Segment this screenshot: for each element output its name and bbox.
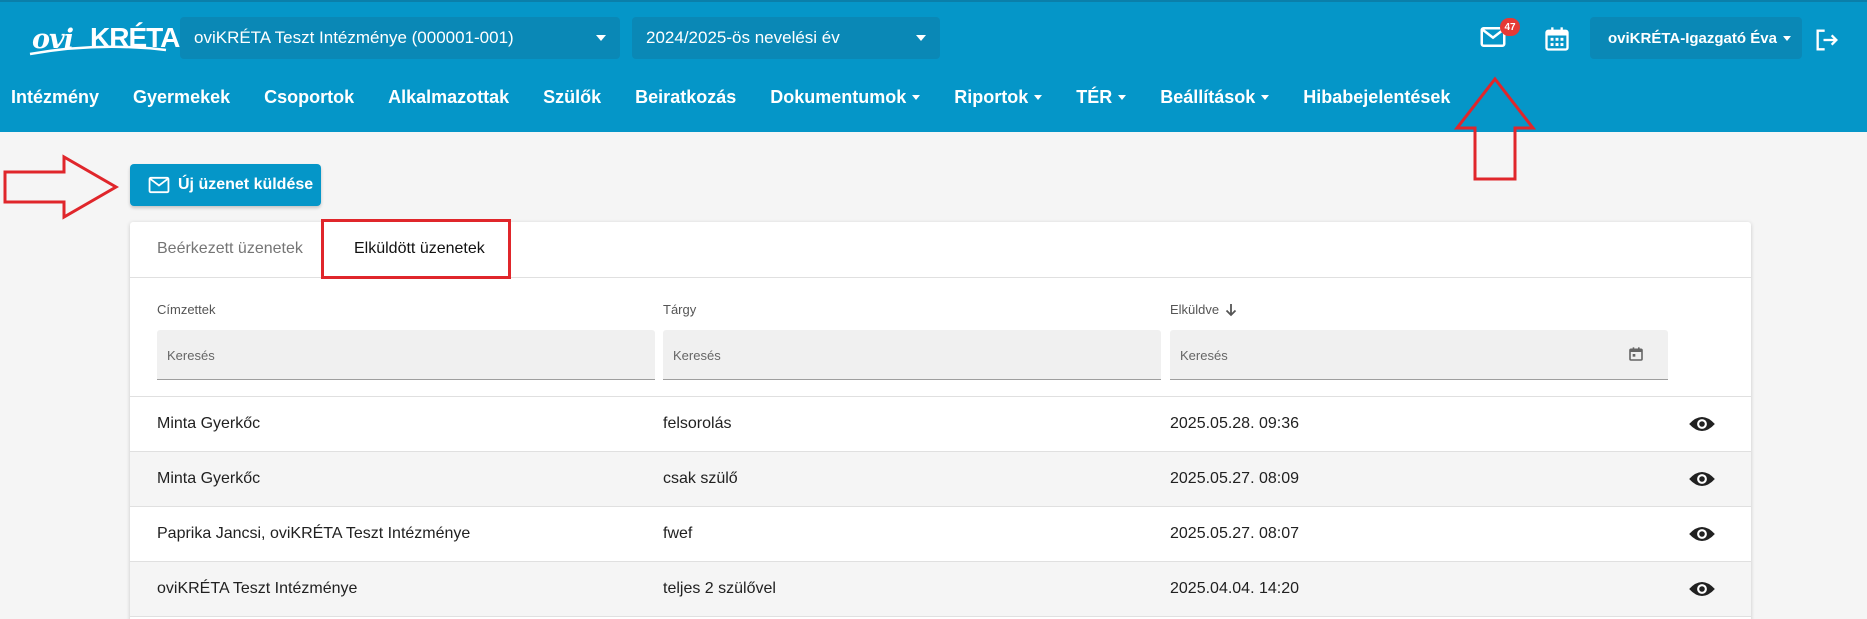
sent-date-filter-input[interactable]: Keresés xyxy=(1170,330,1668,380)
nav-label: Intézmény xyxy=(11,86,100,107)
calendar-icon[interactable] xyxy=(1628,346,1644,362)
nav-label: Beállítások xyxy=(1160,86,1256,107)
cell-recipients: Minta Gyerkőc xyxy=(157,415,261,432)
cell-sent-date: 2025.04.04. 14:20 xyxy=(1170,580,1300,597)
cell-subject: fwef xyxy=(663,525,693,542)
chevron-down-icon xyxy=(596,35,606,41)
right-arrow-annotation xyxy=(3,154,120,220)
ovikreta-logo[interactable]: ovi KRÉTA xyxy=(28,14,180,56)
column-header-recipients[interactable]: Címzettek xyxy=(157,302,216,317)
cell-sent-date: 2025.05.28. 09:36 xyxy=(1170,415,1300,432)
nav-label: Beiratkozás xyxy=(635,86,737,107)
nav-item-riportok[interactable]: Riportok xyxy=(954,86,1043,108)
nav-item-beiratkozas[interactable]: Beiratkozás xyxy=(635,87,736,108)
institution-select[interactable]: oviKRÉTA Teszt Intézménye (000001-001) xyxy=(180,17,620,59)
cell-sent-date: 2025.05.27. 08:09 xyxy=(1170,470,1300,487)
new-message-button[interactable]: Új üzenet küldése xyxy=(130,164,321,206)
nav-item-csoportok[interactable]: Csoportok xyxy=(264,87,354,108)
nav-item-intezmeny[interactable]: Intézmény xyxy=(11,87,99,108)
eye-icon[interactable] xyxy=(1688,468,1716,490)
cell-recipients: oviKRÉTA Teszt Intézménye xyxy=(157,580,358,597)
chevron-down-icon xyxy=(916,35,926,41)
table-row[interactable]: Paprika Jancsi, oviKRÉTA Teszt Intézmény… xyxy=(130,507,1751,562)
column-header-label: Elküldve xyxy=(1170,302,1220,317)
nav-item-ter[interactable]: TÉR xyxy=(1076,86,1127,108)
nav-item-gyermekek[interactable]: Gyermekek xyxy=(133,87,230,108)
mail-icon xyxy=(148,176,170,194)
cell-subject: teljes 2 szülővel xyxy=(663,580,776,597)
nav-item-dokumentumok[interactable]: Dokumentumok xyxy=(770,86,921,108)
column-header-label: Címzettek xyxy=(157,302,216,317)
chevron-down-icon xyxy=(1118,94,1127,100)
nav-label: Alkalmazottak xyxy=(388,86,510,107)
eye-icon[interactable] xyxy=(1688,578,1716,600)
school-year-select[interactable]: 2024/2025-ös nevelési év xyxy=(632,17,940,59)
chevron-down-icon xyxy=(1261,94,1270,100)
sent-tab-highlight-box xyxy=(321,219,511,279)
filter-placeholder: Keresés xyxy=(1180,348,1228,363)
cell-recipients: Minta Gyerkőc xyxy=(157,470,261,487)
filter-placeholder: Keresés xyxy=(167,348,215,363)
chevron-down-icon xyxy=(1034,94,1043,100)
school-year-select-value: 2024/2025-ös nevelési év xyxy=(646,28,840,47)
new-message-label: Új üzenet küldése xyxy=(178,176,314,193)
logo-swoosh xyxy=(29,45,167,56)
column-header-subject[interactable]: Tárgy xyxy=(663,302,696,317)
table-row[interactable]: Minta Gyerkőc felsorolás 2025.05.28. 09:… xyxy=(130,397,1751,452)
subject-filter-input[interactable]: Keresés xyxy=(663,330,1161,380)
main-navigation: Intézmény Gyermekek Csoportok Alkalmazot… xyxy=(0,62,1867,132)
nav-item-hibabejelentesek[interactable]: Hibabejelentések xyxy=(1303,87,1450,108)
nav-label: Csoportok xyxy=(264,86,355,107)
user-menu-button[interactable]: oviKRÉTA-Igazgató Éva xyxy=(1590,17,1802,59)
nav-label: Szülők xyxy=(543,86,602,107)
cell-subject: felsorolás xyxy=(663,415,732,432)
nav-item-beallitasok[interactable]: Beállítások xyxy=(1160,86,1270,108)
column-header-label: Tárgy xyxy=(663,302,697,317)
table-row[interactable]: Minta Gyerkőc csak szülő 2025.05.27. 08:… xyxy=(130,452,1751,507)
nav-label: Riportok xyxy=(954,86,1029,107)
messages-table-body: Minta Gyerkőc felsorolás 2025.05.28. 09:… xyxy=(130,396,1751,617)
up-arrow-annotation xyxy=(1454,76,1536,181)
calendar-icon[interactable] xyxy=(1543,25,1571,53)
eye-icon[interactable] xyxy=(1688,413,1716,435)
user-name: oviKRÉTA-Igazgató Éva xyxy=(1608,29,1777,47)
sort-down-arrow-icon xyxy=(1226,303,1237,316)
table-row[interactable]: oviKRÉTA Teszt Intézménye teljes 2 szülő… xyxy=(130,562,1751,617)
cell-subject: csak szülő xyxy=(663,470,738,487)
recipients-filter-input[interactable]: Keresés xyxy=(157,330,655,380)
chevron-down-icon xyxy=(1782,35,1791,41)
nav-label: Dokumentumok xyxy=(770,86,907,107)
filter-placeholder: Keresés xyxy=(673,348,721,363)
nav-item-szulok[interactable]: Szülők xyxy=(543,87,601,108)
top-bar: ovi KRÉTA oviKRÉTA Teszt Intézménye (000… xyxy=(0,0,1867,62)
chevron-down-icon xyxy=(912,94,921,100)
nav-label: TÉR xyxy=(1076,86,1113,107)
nav-item-alkalmazottak[interactable]: Alkalmazottak xyxy=(388,87,509,108)
messages-card: Beérkezett üzenetek Elküldött üzenetek C… xyxy=(130,222,1751,619)
nav-label: Hibabejelentések xyxy=(1303,86,1451,107)
cell-sent-date: 2025.05.27. 08:07 xyxy=(1170,525,1300,542)
cell-recipients: Paprika Jancsi, oviKRÉTA Teszt Intézmény… xyxy=(157,525,471,542)
messages-button[interactable]: 47 xyxy=(1478,18,1520,56)
logout-icon[interactable] xyxy=(1813,26,1841,54)
message-count-badge: 47 xyxy=(1500,18,1520,36)
institution-select-value: oviKRÉTA Teszt Intézménye (000001-001) xyxy=(194,28,514,47)
nav-label: Gyermekek xyxy=(133,86,231,107)
eye-icon[interactable] xyxy=(1688,523,1716,545)
tab-inbox[interactable]: Beérkezett üzenetek xyxy=(157,240,303,258)
column-header-sent[interactable]: Elküldve xyxy=(1170,302,1237,317)
